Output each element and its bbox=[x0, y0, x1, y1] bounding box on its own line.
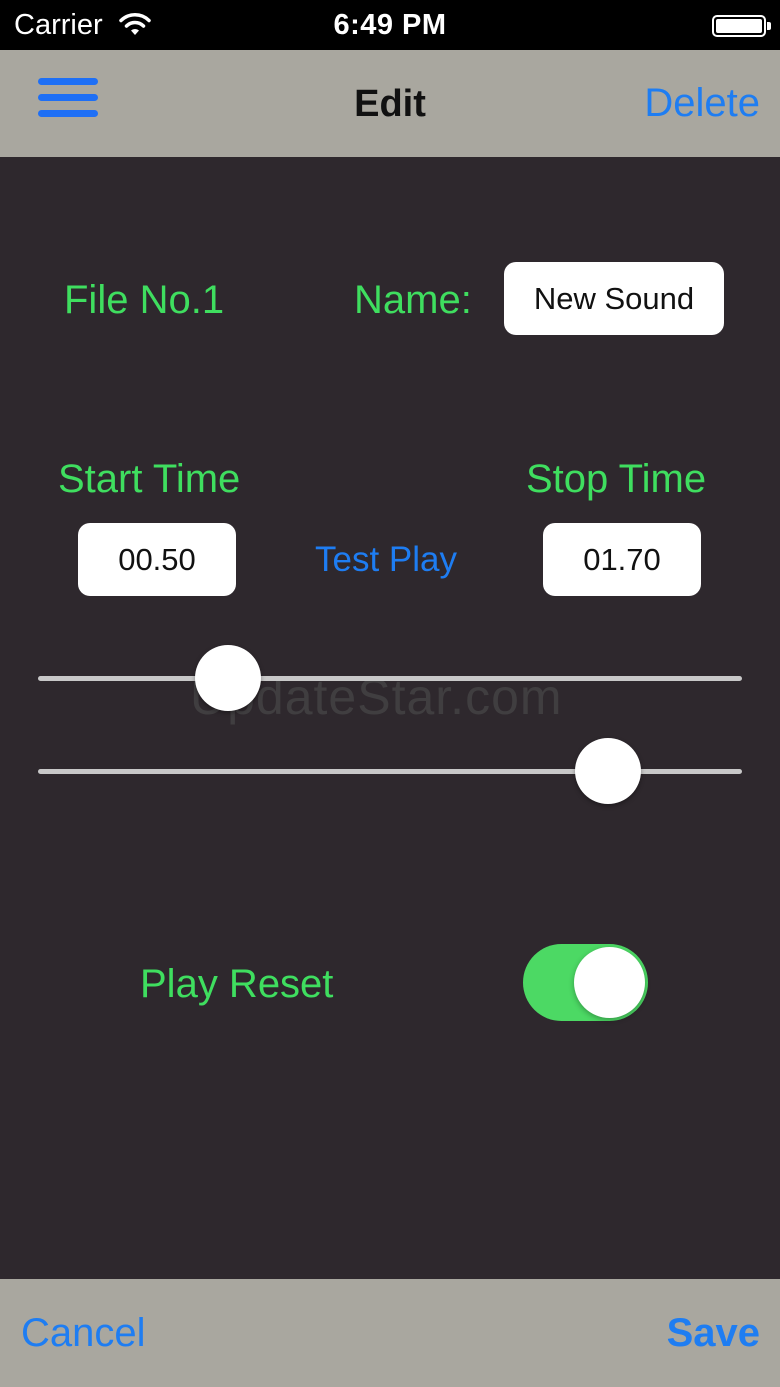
slider-thumb[interactable] bbox=[195, 645, 262, 711]
slider-thumb[interactable] bbox=[575, 738, 642, 804]
play-reset-toggle[interactable] bbox=[523, 944, 648, 1021]
stop-time-slider[interactable] bbox=[38, 736, 742, 806]
slider-track bbox=[38, 676, 742, 681]
name-label: Name: bbox=[354, 278, 472, 322]
bottom-toolbar: Cancel Save bbox=[0, 1279, 780, 1387]
battery-icon bbox=[712, 15, 771, 37]
delete-button[interactable]: Delete bbox=[644, 81, 760, 126]
start-time-input[interactable]: 00.50 bbox=[78, 523, 236, 596]
stop-time-label: Stop Time bbox=[526, 457, 707, 501]
file-number-label: File No.1 bbox=[64, 278, 225, 322]
status-time: 6:49 PM bbox=[333, 9, 447, 41]
play-reset-label: Play Reset bbox=[140, 962, 334, 1006]
navigation-bar: Edit Delete bbox=[0, 50, 780, 157]
name-input[interactable]: New Sound bbox=[504, 262, 724, 335]
cancel-button[interactable]: Cancel bbox=[21, 1311, 146, 1356]
start-time-label: Start Time bbox=[58, 457, 241, 501]
start-time-slider[interactable] bbox=[38, 643, 742, 713]
save-button[interactable]: Save bbox=[667, 1311, 760, 1356]
status-bar: Carrier 6:49 PM bbox=[0, 0, 780, 50]
toggle-knob bbox=[574, 947, 645, 1018]
stop-time-input[interactable]: 01.70 bbox=[543, 523, 701, 596]
test-play-button[interactable]: Test Play bbox=[315, 540, 457, 580]
